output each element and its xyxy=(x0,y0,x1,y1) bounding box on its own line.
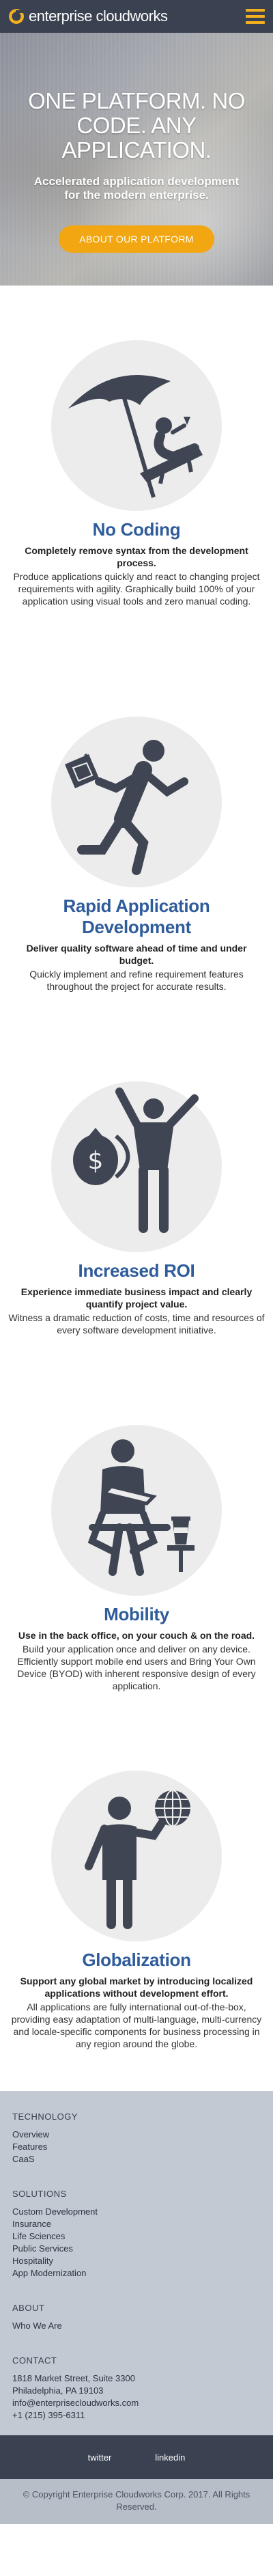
logo-text: enterprise cloudworks xyxy=(29,8,168,25)
feature-body: Build your application once and deliver … xyxy=(17,1644,256,1691)
feature-title: Globalization xyxy=(82,1950,191,1970)
linkedin-link[interactable]: linkedin xyxy=(155,2452,185,2463)
hero-subtitle: Accelerated application development for … xyxy=(33,175,240,202)
footer-link-app-modernization[interactable]: App Modernization xyxy=(12,2267,261,2280)
footer-heading-technology: TECHNOLOGY xyxy=(12,2111,78,2122)
footer-link-overview[interactable]: Overview xyxy=(12,2129,261,2141)
ec-circle-logo-icon xyxy=(9,9,25,24)
running-man-flag-icon xyxy=(65,740,188,875)
feature-illustration xyxy=(51,717,222,887)
feature-mobility: Mobility Use in the back office, on your… xyxy=(0,1425,273,1692)
feature-body: Produce applications quickly and react t… xyxy=(13,571,260,607)
feature-lead: Deliver quality software ahead of time a… xyxy=(26,943,247,966)
contact-address-line1: 1818 Market Street, Suite 3300 xyxy=(12,2373,135,2383)
site-footer: TECHNOLOGY Overview Features CaaS SOLUTI… xyxy=(0,2091,273,2435)
person-globe-icon xyxy=(85,1790,190,1929)
hamburger-menu-button[interactable] xyxy=(246,9,265,24)
site-header: enterprise cloudworks xyxy=(0,0,273,33)
footer-link-features[interactable]: Features xyxy=(12,2141,261,2153)
contact-phone[interactable]: +1 (215) 395-6311 xyxy=(12,2409,261,2422)
feature-lead: Support any global market by introducing… xyxy=(20,1976,253,1999)
hero-title: ONE PLATFORM. NO CODE. ANY APPLICATION. xyxy=(28,88,245,163)
feature-lead: Completely remove syntax from the develo… xyxy=(25,545,248,568)
twitter-link[interactable]: twitter xyxy=(88,2452,112,2463)
footer-link-who-we-are[interactable]: Who We Are xyxy=(12,2320,261,2332)
about-platform-button[interactable]: ABOUT OUR PLATFORM xyxy=(59,225,214,253)
footer-about-links: Who We Are xyxy=(12,2320,261,2332)
money-bag-person-icon: $ xyxy=(73,1088,199,1233)
svg-text:$: $ xyxy=(88,1147,104,1175)
feature-title: Rapid Application Development xyxy=(63,896,210,937)
feature-lead: Use in the back office, on your couch & … xyxy=(18,1630,255,1641)
feature-body: Quickly implement and refine requirement… xyxy=(29,969,244,992)
feature-illustration: $ xyxy=(51,1081,222,1252)
footer-link-hospitality[interactable]: Hospitality xyxy=(12,2255,261,2267)
footer-link-custom-development[interactable]: Custom Development xyxy=(12,2206,261,2218)
person-laptop-coffee-icon xyxy=(87,1439,195,1576)
feature-lead: Experience immediate business impact and… xyxy=(20,1286,253,1310)
feature-rapid-development: Rapid Application Development Deliver qu… xyxy=(0,717,273,993)
feature-body: Witness a dramatic reduction of costs, t… xyxy=(8,1312,265,1335)
feature-no-coding: No Coding Completely remove syntax from … xyxy=(0,340,273,607)
contact-address-line2: Philadelphia, PA 19103 xyxy=(12,2385,104,2396)
logo[interactable]: enterprise cloudworks xyxy=(8,8,168,25)
footer-heading-solutions: SOLUTIONS xyxy=(12,2189,67,2199)
feature-illustration xyxy=(51,1771,222,1941)
footer-link-life-sciences[interactable]: Life Sciences xyxy=(12,2230,261,2243)
footer-link-caas[interactable]: CaaS xyxy=(12,2153,261,2165)
footer-technology-links: Overview Features CaaS xyxy=(12,2129,261,2165)
feature-increased-roi: $ Increased ROI Experience immediate bus… xyxy=(0,1081,273,1336)
feature-body: All applications are fully international… xyxy=(11,2002,262,2049)
feature-illustration xyxy=(51,1425,222,1596)
features-section: No Coding Completely remove syntax from … xyxy=(0,340,273,2050)
footer-link-insurance[interactable]: Insurance xyxy=(12,2218,261,2230)
footer-solutions-links: Custom Development Insurance Life Scienc… xyxy=(12,2206,261,2280)
copyright: © Copyright Enterprise Cloudworks Corp. … xyxy=(0,2479,273,2524)
feature-title: Increased ROI xyxy=(78,1260,195,1281)
hero-banner: ONE PLATFORM. NO CODE. ANY APPLICATION. … xyxy=(0,33,273,286)
hamburger-icon xyxy=(246,9,265,12)
contact-email[interactable]: info@enterprisecloudworks.com xyxy=(12,2397,261,2409)
feature-title: No Coding xyxy=(92,519,181,540)
footer-heading-contact: CONTACT xyxy=(12,2355,57,2366)
beach-umbrella-lounger-icon xyxy=(68,375,203,498)
feature-illustration xyxy=(51,340,222,511)
footer-heading-about: ABOUT xyxy=(12,2303,45,2313)
footer-link-public-services[interactable]: Public Services xyxy=(12,2243,261,2255)
feature-title: Mobility xyxy=(104,1604,169,1624)
footer-contact: 1818 Market Street, Suite 3300 Philadelp… xyxy=(12,2372,261,2422)
feature-globalization: Globalization Support any global market … xyxy=(0,1771,273,2050)
social-bar: twitter linkedin xyxy=(0,2435,273,2479)
